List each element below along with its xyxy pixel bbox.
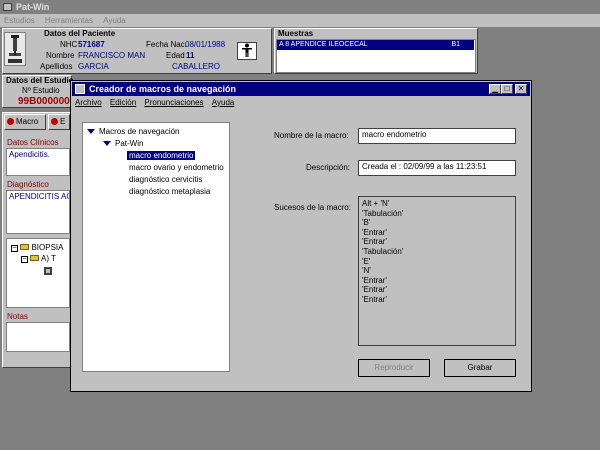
tab-macro-label: Macro bbox=[16, 117, 39, 126]
edad-label: Edad bbox=[166, 51, 185, 60]
muestras-row-text: A 8 APENDICE ILEOCECAL bbox=[279, 41, 368, 48]
suceso-item: 'Entrar' bbox=[362, 275, 387, 285]
notas-box[interactable] bbox=[6, 322, 70, 352]
dialog-title: Creador de macros de navegación bbox=[89, 84, 237, 94]
minimize-button[interactable]: ▁ bbox=[489, 84, 501, 94]
suceso-item: 'Entrar' bbox=[362, 227, 387, 237]
dialog-menu-archivo[interactable]: Archivo bbox=[72, 96, 105, 110]
main-menu-bar: Estudios Herramientas Ayuda bbox=[0, 14, 600, 27]
record-icon bbox=[51, 118, 58, 125]
suceso-item: 'Tabulación' bbox=[362, 246, 404, 256]
patient-section-title: Datos del Paciente bbox=[44, 29, 116, 38]
tree-item-label-selected: macro endometrio bbox=[127, 151, 196, 160]
dialog-menu-pronunciaciones[interactable]: Pronunciaciones bbox=[141, 96, 206, 110]
fecha-nac-value: 08/01/1988 bbox=[185, 40, 226, 49]
suceso-item: 'Entrar' bbox=[362, 237, 387, 247]
nombre-macro-input[interactable]: macro endometrio bbox=[358, 128, 516, 144]
tree-root-macros[interactable]: Macros de navegación bbox=[99, 127, 180, 137]
nombre-label: Nombre bbox=[46, 51, 75, 60]
main-window-title: Pat-Win bbox=[16, 2, 50, 12]
folder-icon bbox=[30, 255, 40, 261]
sucesos-label: Sucesos de la macro: bbox=[274, 203, 351, 212]
diagnostico-label: Diagnóstico bbox=[7, 180, 49, 189]
muestras-title: Muestras bbox=[278, 29, 314, 38]
suceso-item: 'E' bbox=[362, 256, 371, 266]
tree-node-child[interactable]: − A) T bbox=[21, 254, 56, 263]
nro-estudio-value: 99B000000 bbox=[18, 96, 70, 107]
diagnostico-value: APENDICITIS AG bbox=[9, 192, 70, 201]
tree-item-macro-endometrio[interactable]: macro endometrio bbox=[127, 151, 196, 161]
edad-value: 11 bbox=[186, 51, 195, 60]
tree-item-macro-ovario[interactable]: macro ovario y endometrio bbox=[129, 163, 224, 173]
suceso-item: 'Entrar' bbox=[362, 294, 387, 304]
app-icon bbox=[3, 3, 12, 11]
descripcion-label: Descripción: bbox=[306, 163, 351, 172]
grabar-button[interactable]: Grabar bbox=[444, 359, 516, 377]
suceso-item: 'Tabulación' bbox=[362, 208, 404, 218]
tree-item-metaplasia[interactable]: diagnóstico metaplasia bbox=[129, 187, 210, 197]
dialog-title-bar[interactable]: Creador de macros de navegación bbox=[72, 82, 530, 96]
expand-triangle-icon[interactable] bbox=[87, 129, 95, 134]
nombre-macro-label: Nombre de la macro: bbox=[274, 131, 349, 140]
main-window-title-bar[interactable]: Pat-Win bbox=[0, 0, 600, 14]
nhc-value: 571687 bbox=[78, 40, 105, 49]
maximize-button[interactable]: □ bbox=[501, 84, 513, 94]
datos-clinicos-value: Apendicitis. bbox=[9, 150, 50, 159]
dialog-menu-bar: Archivo Edición Pronunciaciones Ayuda bbox=[72, 96, 530, 110]
tree-item-cervicitis[interactable]: diagnóstico cervicitis bbox=[129, 175, 202, 185]
folder-icon bbox=[20, 244, 30, 250]
expand-triangle-icon[interactable] bbox=[103, 141, 111, 146]
menu-herramientas[interactable]: Herramientas bbox=[41, 14, 97, 27]
suceso-item: 'B' bbox=[362, 218, 371, 228]
reproducir-button[interactable]: Reproducir bbox=[358, 359, 430, 377]
maximize-icon: □ bbox=[504, 84, 510, 93]
muestras-row-selected[interactable]: A 8 APENDICE ILEOCECAL B1 bbox=[277, 40, 474, 50]
nhc-label: NHC bbox=[60, 40, 78, 49]
close-button[interactable]: ✕ bbox=[515, 84, 527, 94]
document-icon bbox=[43, 266, 55, 276]
apellidos-label: Apellidos bbox=[40, 62, 73, 71]
datos-clinicos-label: Datos Clínicos bbox=[7, 138, 59, 147]
apellido2-value: CABALLERO bbox=[172, 62, 221, 71]
person-icon[interactable] bbox=[237, 42, 257, 60]
tab-other[interactable]: E bbox=[48, 114, 70, 130]
dialog-menu-ayuda[interactable]: Ayuda bbox=[209, 96, 238, 110]
suceso-item: Alt + 'N' bbox=[362, 199, 390, 208]
tab-macro[interactable]: Macro bbox=[4, 114, 46, 130]
close-icon: ✕ bbox=[517, 84, 525, 93]
apellido1-value: GARCIA bbox=[78, 62, 109, 71]
sucesos-list[interactable]: Alt + 'N' 'Tabulación' 'B' 'Entrar' 'Ent… bbox=[358, 196, 516, 346]
record-icon bbox=[7, 118, 14, 125]
suceso-item: 'Entrar' bbox=[362, 285, 387, 295]
fecha-nac-label: Fecha Nac. bbox=[146, 40, 187, 49]
descripcion-input[interactable]: Creada el : 02/09/99 a las 11:23:51 bbox=[358, 160, 516, 176]
suceso-item: 'N' bbox=[362, 266, 371, 276]
nombre-value: FRANCISCO MAN bbox=[78, 51, 146, 60]
menu-estudios[interactable]: Estudios bbox=[0, 14, 39, 27]
minimize-icon: ▁ bbox=[491, 84, 499, 93]
tree-group-patwin[interactable]: Pat-Win bbox=[115, 139, 143, 149]
menu-ayuda[interactable]: Ayuda bbox=[99, 14, 130, 27]
tab-other-label: E bbox=[60, 117, 66, 126]
estudio-title: Datos del Estudio bbox=[6, 76, 74, 85]
muestras-row-code: B1 bbox=[451, 41, 460, 48]
notas-label: Notas bbox=[7, 312, 28, 321]
dialog-app-icon bbox=[75, 84, 85, 94]
nro-estudio-label: Nº Estudio bbox=[22, 86, 60, 95]
diagnostico-box[interactable]: APENDICITIS AG bbox=[6, 190, 70, 234]
biopsia-tree[interactable]: − BIOPSIA − A) T bbox=[6, 238, 70, 308]
dialog-menu-edicion[interactable]: Edición bbox=[107, 96, 139, 110]
datos-clinicos-box[interactable]: Apendicitis. bbox=[6, 148, 70, 176]
microscope-icon bbox=[4, 32, 26, 66]
tree-node-biopsia[interactable]: − BIOPSIA bbox=[11, 243, 63, 252]
